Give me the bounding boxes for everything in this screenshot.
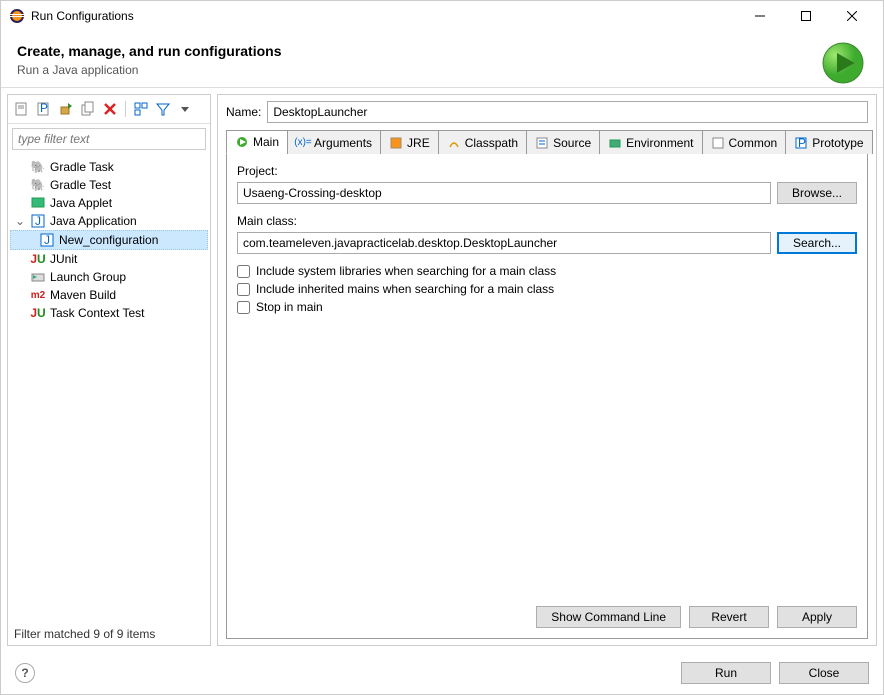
apply-button[interactable]: Apply: [777, 606, 857, 628]
header-title: Create, manage, and run configurations: [17, 43, 867, 59]
tree-item-new-configuration[interactable]: JNew_configuration: [10, 230, 208, 250]
cb-inherited-input[interactable]: [237, 283, 250, 296]
show-command-line-button[interactable]: Show Command Line: [536, 606, 681, 628]
filter-status: Filter matched 9 of 9 items: [8, 623, 210, 645]
launch-group-icon: [30, 269, 46, 285]
delete-icon[interactable]: [100, 99, 120, 119]
revert-button[interactable]: Revert: [689, 606, 769, 628]
minimize-button[interactable]: [737, 1, 783, 31]
duplicate-icon[interactable]: [78, 99, 98, 119]
args-icon: (x)=: [296, 136, 310, 150]
cb-inherited[interactable]: Include inherited mains when searching f…: [237, 282, 857, 296]
tree-item-java-applet[interactable]: Java Applet: [10, 194, 208, 212]
jre-icon: [389, 136, 403, 150]
project-input[interactable]: [237, 182, 771, 204]
tab-jre[interactable]: JRE: [380, 130, 439, 154]
export-icon[interactable]: [56, 99, 76, 119]
svg-text:P: P: [40, 101, 48, 115]
footer: ? Run Close: [1, 652, 883, 694]
cb-system-libs[interactable]: Include system libraries when searching …: [237, 264, 857, 278]
cb-stop-main[interactable]: Stop in main: [237, 300, 857, 314]
tab-main[interactable]: Main: [226, 130, 288, 154]
proto-icon: P: [794, 136, 808, 150]
run-button[interactable]: Run: [681, 662, 771, 684]
eclipse-icon: [9, 8, 25, 24]
run-hero-icon: [819, 39, 867, 87]
play-icon: [235, 135, 249, 149]
filter-input[interactable]: [12, 128, 206, 150]
gradle-icon: 🐘: [30, 159, 46, 175]
tab-arguments[interactable]: (x)=Arguments: [287, 130, 381, 154]
gradle-icon: 🐘: [30, 177, 46, 193]
maximize-button[interactable]: [783, 1, 829, 31]
tree-item-java-application[interactable]: ⌄JJava Application: [10, 212, 208, 230]
tab-prototype[interactable]: PPrototype: [785, 130, 872, 154]
applet-icon: [30, 195, 46, 211]
action-row: Show Command Line Revert Apply: [237, 598, 857, 628]
common-icon: [711, 136, 725, 150]
left-toolbar: P: [8, 95, 210, 124]
tree-item-task-context-test[interactable]: JUTask Context Test: [10, 304, 208, 322]
new-proto-icon[interactable]: P: [34, 99, 54, 119]
maven-icon: m2: [30, 287, 46, 303]
search-button[interactable]: Search...: [777, 232, 857, 254]
filter-icon[interactable]: [153, 99, 173, 119]
close-button[interactable]: [829, 1, 875, 31]
junit-icon: JU: [30, 305, 46, 321]
classpath-icon: [447, 136, 461, 150]
tree-item-launch-group[interactable]: Launch Group: [10, 268, 208, 286]
cb-stop-main-input[interactable]: [237, 301, 250, 314]
tree-item-gradle-test[interactable]: 🐘Gradle Test: [10, 176, 208, 194]
name-row: Name:: [226, 101, 868, 123]
tree-item-gradle-task[interactable]: 🐘Gradle Task: [10, 158, 208, 176]
right-panel: Name: Main (x)=Arguments JRE Classpath S…: [217, 94, 877, 646]
tab-source[interactable]: Source: [526, 130, 600, 154]
junit-icon: JU: [30, 251, 46, 267]
source-icon: [535, 136, 549, 150]
main-class-input[interactable]: [237, 232, 771, 254]
svg-text:J: J: [35, 214, 41, 228]
close-dialog-button[interactable]: Close: [779, 662, 869, 684]
svg-text:J: J: [44, 233, 50, 247]
new-config-icon[interactable]: [12, 99, 32, 119]
env-icon: [608, 136, 622, 150]
tab-content-main: Project: Browse... Main class: Search...…: [226, 154, 868, 639]
tab-classpath[interactable]: Classpath: [438, 130, 527, 154]
tree-item-junit[interactable]: JUJUnit: [10, 250, 208, 268]
java-app-icon: J: [39, 232, 55, 248]
tree-item-maven-build[interactable]: m2Maven Build: [10, 286, 208, 304]
config-tree[interactable]: 🐘Gradle Task 🐘Gradle Test Java Applet ⌄ J…: [8, 154, 210, 623]
expander-icon[interactable]: ⌄: [14, 214, 26, 228]
tab-common[interactable]: Common: [702, 130, 787, 154]
window-controls: [737, 1, 875, 31]
window-title: Run Configurations: [31, 9, 737, 23]
header-subtitle: Run a Java application: [17, 63, 867, 77]
header: Create, manage, and run configurations R…: [1, 31, 883, 88]
java-app-icon: J: [30, 213, 46, 229]
tab-environment[interactable]: Environment: [599, 130, 702, 154]
browse-button[interactable]: Browse...: [777, 182, 857, 204]
name-label: Name:: [226, 105, 261, 119]
help-icon[interactable]: ?: [15, 663, 35, 683]
project-label: Project:: [237, 164, 857, 178]
main-area: P 🐘Gradle Task 🐘Gradle Test Java Applet …: [1, 88, 883, 652]
cb-system-libs-input[interactable]: [237, 265, 250, 278]
filter-dropdown-icon[interactable]: [175, 99, 195, 119]
collapse-all-icon[interactable]: [131, 99, 151, 119]
name-input[interactable]: [267, 101, 868, 123]
left-panel: P 🐘Gradle Task 🐘Gradle Test Java Applet …: [7, 94, 211, 646]
titlebar: Run Configurations: [1, 1, 883, 31]
svg-text:P: P: [798, 137, 806, 149]
tabs: Main (x)=Arguments JRE Classpath Source …: [226, 129, 868, 154]
main-class-label: Main class:: [237, 214, 857, 228]
